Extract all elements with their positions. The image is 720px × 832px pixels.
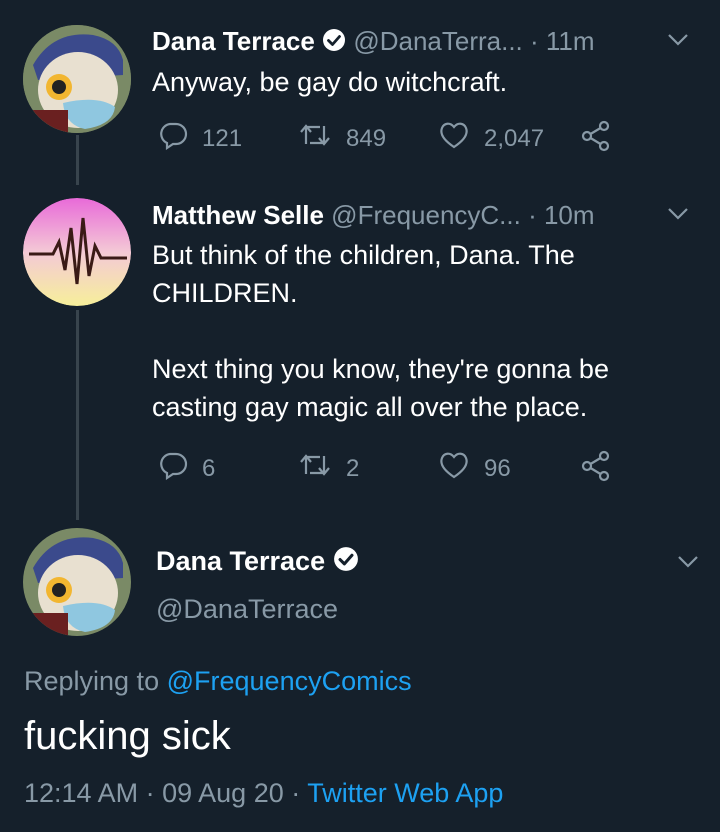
author-name[interactable]: Matthew Selle [152,200,324,230]
reply-icon [158,450,202,487]
thread-connector-line [76,135,79,185]
avatar[interactable] [23,528,131,636]
chevron-down-icon[interactable] [666,32,690,53]
retweet-button[interactable]: 849 [298,120,386,157]
like-icon [438,120,484,157]
main-tweet-text: fucking sick [24,714,231,758]
tweet-time[interactable]: · 11m [530,26,595,56]
tweet-text: Anyway, be gay do witchcraft. [152,64,507,100]
like-icon [438,450,484,487]
retweet-count: 2 [346,454,360,482]
chevron-down-icon[interactable] [666,206,690,227]
reply-count: 6 [202,454,216,482]
reply-button[interactable]: 121 [158,120,242,157]
replying-to-link[interactable]: @FrequencyComics [167,666,412,696]
replying-to: Replying to @FrequencyComics [24,664,412,698]
tweet-time[interactable]: · 10m [528,200,594,230]
tweet-timestamp[interactable]: 12:14 AM [24,778,138,808]
chevron-down-icon[interactable] [676,554,700,575]
retweet-button[interactable]: 2 [298,450,359,487]
tweet-text-line: Anyway, be gay do witchcraft. [152,67,508,97]
verified-icon [333,546,359,580]
reply-icon [158,120,202,157]
tweet-text-line: casting gay magic all over the place. [152,392,588,422]
tweet-text-line [152,312,609,350]
tweet-header: Dana Terrace @DanaTerra... · 11m [152,24,595,60]
tweet-date[interactable]: 09 Aug 20 [162,778,284,808]
author-handle[interactable]: @FrequencyC... [331,200,521,230]
author-handle[interactable]: @DanaTerrace [156,592,338,626]
main-tweet-author: Dana Terrace [156,544,359,580]
retweet-icon [298,450,346,487]
tweet-meta: 12:14 AM · 09 Aug 20 · Twitter Web App [24,776,503,810]
tweet-header: Matthew Selle @FrequencyC... · 10m [152,198,595,232]
meta-separator: · [291,778,301,808]
tweet-source[interactable]: Twitter Web App [307,778,503,808]
author-handle[interactable]: @DanaTerra... [353,26,522,56]
tweet-text-line: Next thing you know, they're gonna be [152,354,609,384]
like-button[interactable]: 96 [438,450,511,487]
tweet-text-line: But think of the children, Dana. The [152,240,575,270]
retweet-icon [298,120,346,157]
meta-separator: · [145,778,155,808]
like-count: 96 [484,454,511,482]
author-name[interactable]: Dana Terrace [156,546,325,576]
share-icon[interactable] [580,120,612,157]
author-name[interactable]: Dana Terrace [152,26,315,56]
avatar[interactable] [23,25,131,133]
reply-button[interactable]: 6 [158,450,215,487]
reply-count: 121 [202,124,243,152]
replying-to-label: Replying to [24,666,160,696]
retweet-count: 849 [346,124,387,152]
thread-connector-line [76,310,79,520]
share-icon[interactable] [580,450,612,487]
verified-icon [322,26,346,60]
tweet-text: But think of the children, Dana. The CHI… [152,236,609,426]
like-count: 2,047 [484,124,545,152]
tweet-text-line: CHILDREN. [152,278,298,308]
avatar[interactable] [23,198,131,306]
like-button[interactable]: 2,047 [438,120,544,157]
